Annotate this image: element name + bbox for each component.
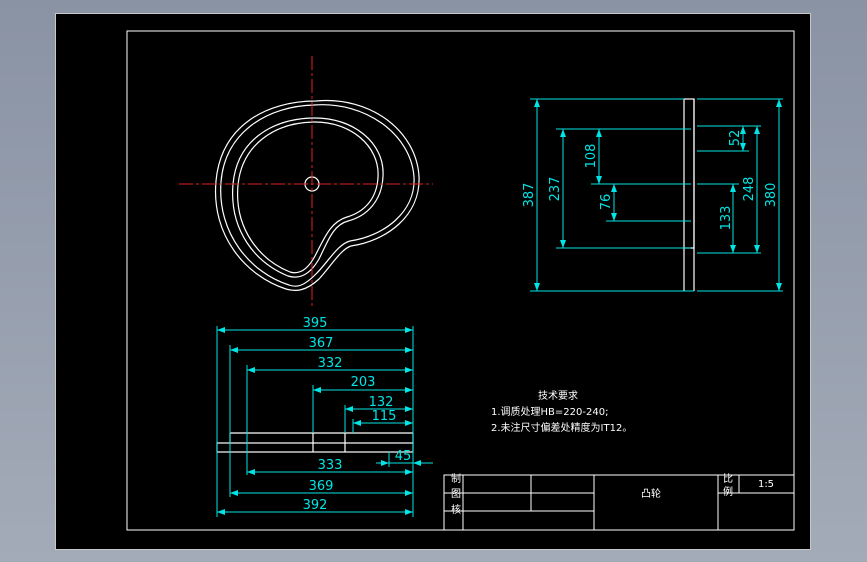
dim-369: 369 — [309, 479, 334, 494]
dim-367: 367 — [309, 336, 334, 351]
title-block: 制 图 核 凸轮 比 例 1:5 — [443, 472, 795, 531]
title-block-ratio-label-top: 比 — [723, 473, 733, 485]
dim-203: 203 — [351, 375, 376, 390]
dim-248: 248 — [742, 177, 757, 202]
dim-45: 45 — [395, 449, 412, 464]
scale-value: 1:5 — [758, 479, 774, 490]
dim-132: 132 — [369, 395, 394, 410]
dim-108: 108 — [584, 144, 599, 169]
cam-inner-profile — [232, 117, 384, 278]
dim-133: 133 — [719, 206, 734, 231]
cad-drawing-viewport[interactable]: 387 237 108 76 52 248 133 380 395 367 33… — [55, 13, 811, 550]
dim-52: 52 — [728, 130, 743, 147]
cam-inner-profile-edge — [237, 121, 379, 274]
dim-115: 115 — [372, 409, 397, 424]
dim-392: 392 — [303, 498, 328, 513]
title-block-draw-label: 图 — [451, 488, 461, 500]
cam-side-view: 387 237 108 76 52 248 133 380 — [522, 98, 783, 292]
dim-395: 395 — [303, 316, 328, 331]
technical-notes: 技术要求 1.调质处理HB=220-240; 2.未注尺寸偏差处精度为IT12。 — [491, 389, 632, 434]
cam-top-view — [214, 99, 420, 291]
notes-title: 技术要求 — [538, 389, 578, 402]
part-name: 凸轮 — [641, 487, 661, 500]
title-block-check-label: 核 — [451, 503, 461, 516]
dim-380: 380 — [764, 183, 779, 208]
title-block-make-label: 制 — [451, 472, 461, 485]
notes-line-1: 1.调质处理HB=220-240; — [491, 406, 608, 418]
dim-387: 387 — [522, 183, 537, 208]
dim-333: 333 — [318, 458, 343, 473]
notes-line-2: 2.未注尺寸偏差处精度为IT12。 — [491, 421, 632, 434]
cam-front-body — [216, 442, 414, 453]
dim-332: 332 — [318, 356, 343, 371]
dim-237: 237 — [548, 177, 563, 202]
cam-front-view: 395 367 332 203 132 115 45 333 369 392 — [216, 316, 433, 517]
title-block-ratio-label-bottom: 例 — [723, 485, 733, 498]
cam-outer-profile-inner-edge — [220, 104, 415, 287]
cam-side-body — [683, 98, 695, 249]
dim-76: 76 — [599, 194, 614, 211]
drawing-canvas: 387 237 108 76 52 248 133 380 395 367 33… — [126, 30, 795, 531]
